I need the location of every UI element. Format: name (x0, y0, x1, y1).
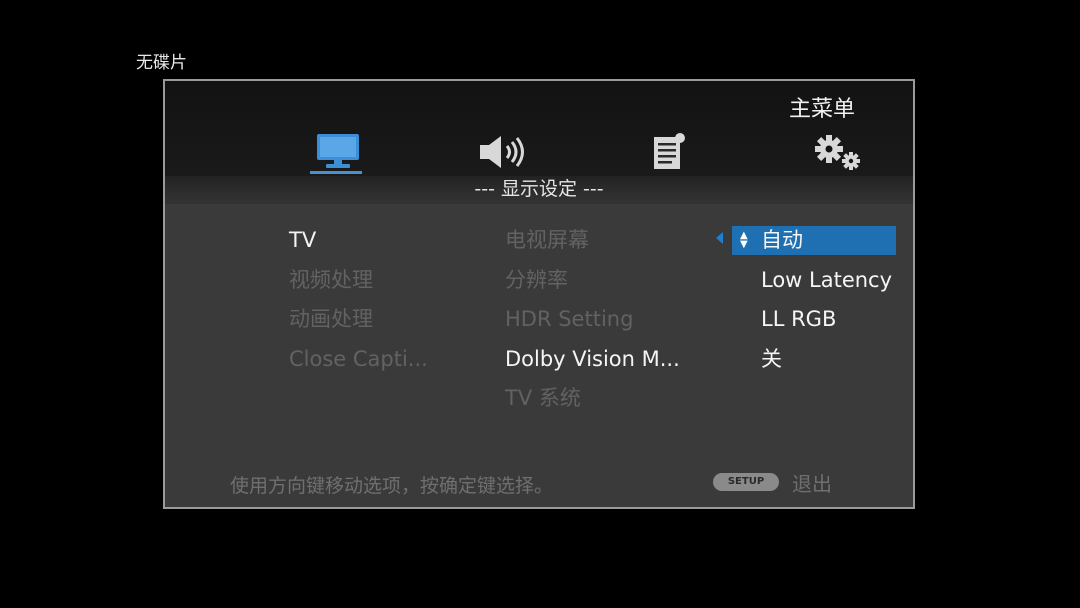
setting-item-tv-screen[interactable]: 电视屏幕 (505, 224, 680, 264)
category-column: TV 视频处理 动画处理 Close Capti... (289, 224, 428, 382)
exit-label: 退出 (792, 472, 832, 496)
category-item-tv[interactable]: TV (289, 224, 428, 264)
footer-hint: 使用方向键移动选项，按确定键选择。 (230, 475, 554, 497)
option-value-low-latency[interactable]: Low Latency (761, 264, 892, 296)
gear-icon[interactable] (811, 133, 865, 175)
monitor-icon[interactable] (315, 131, 361, 173)
setting-item-hdr[interactable]: HDR Setting (505, 303, 680, 343)
main-menu-title: 主菜单 (788, 97, 855, 122)
section-title: --- 显示设定 --- (165, 176, 913, 204)
up-down-icon: ▲ ▼ (740, 230, 748, 250)
setting-item-dolby-vision[interactable]: Dolby Vision M... (505, 343, 680, 383)
speaker-icon[interactable] (477, 131, 529, 173)
category-item-motion-processing[interactable]: 动画处理 (289, 303, 428, 343)
selected-category-underline (310, 171, 362, 174)
disc-status: 无碟片 (136, 53, 187, 73)
document-icon[interactable] (649, 131, 689, 173)
arrow-left-icon (716, 232, 723, 244)
setting-item-tv-system[interactable]: TV 系统 (505, 382, 680, 422)
setup-button[interactable]: SETUP (713, 473, 779, 491)
top-bar: 主菜单 (165, 81, 913, 176)
option-value-auto[interactable]: 自动 (761, 224, 803, 256)
settings-panel: 主菜单 --- 显示设定 --- TV 视频处理 动画处理 Close Capt… (163, 79, 915, 509)
option-highlight (732, 226, 896, 255)
category-item-video-processing[interactable]: 视频处理 (289, 264, 428, 304)
category-item-closed-caption[interactable]: Close Capti... (289, 343, 428, 383)
setting-column: 电视屏幕 分辨率 HDR Setting Dolby Vision M... T… (505, 224, 680, 422)
option-value-ll-rgb[interactable]: LL RGB (761, 303, 836, 335)
setting-item-resolution[interactable]: 分辨率 (505, 264, 680, 304)
option-value-off[interactable]: 关 (761, 343, 782, 375)
